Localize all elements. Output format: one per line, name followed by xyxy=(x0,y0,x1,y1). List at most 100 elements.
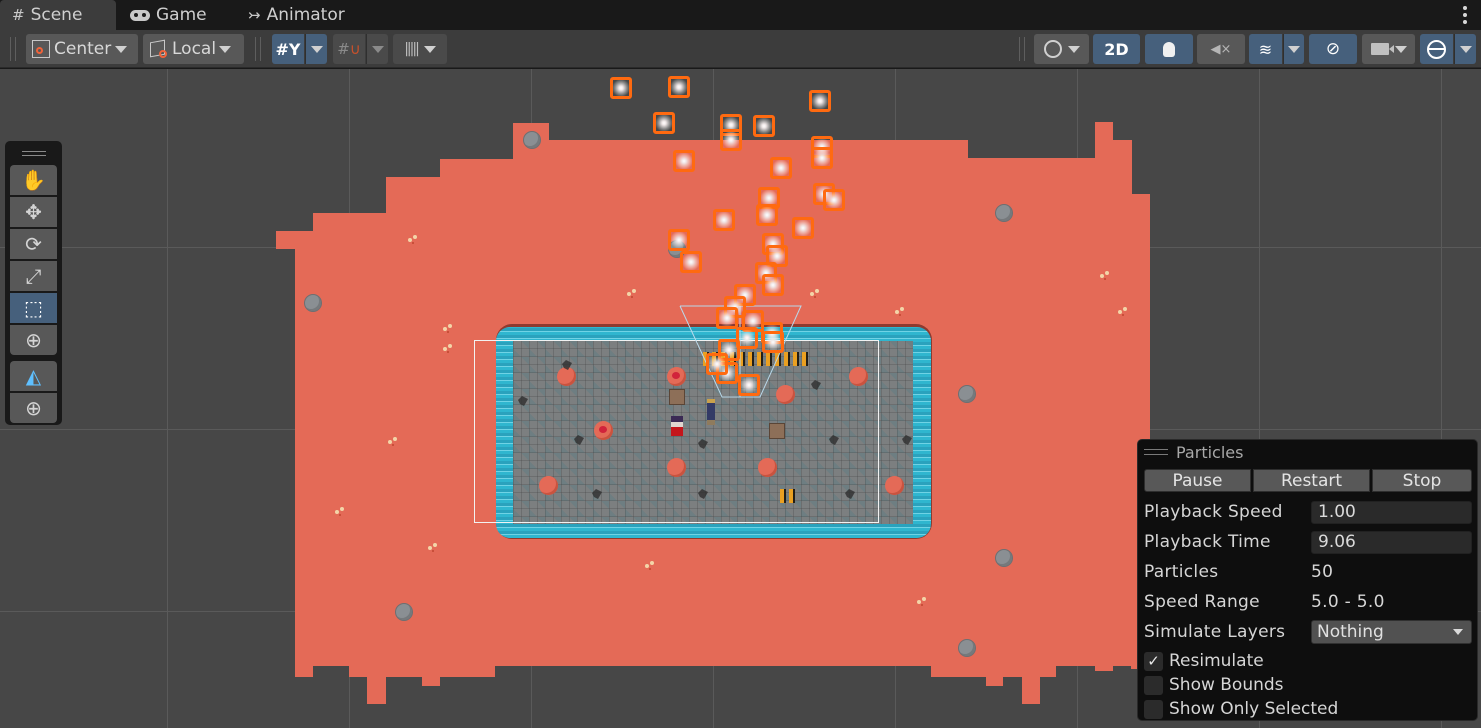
tab-label: Animator xyxy=(266,5,345,25)
speed-range-label: Speed Range xyxy=(1144,592,1260,612)
grid-y-icon: #Y xyxy=(275,39,301,59)
chevron-down-icon xyxy=(1453,629,1463,635)
checkbox-box[interactable] xyxy=(1144,699,1163,719)
effects-layers-icon: ≋ xyxy=(1258,39,1273,59)
cube-local-icon xyxy=(149,39,169,59)
snap-options-dropdown[interactable] xyxy=(366,34,388,64)
playback-time-row: Playback Time 9.06 xyxy=(1144,530,1472,554)
particle-sprite xyxy=(680,251,702,273)
simulate-layers-label: Simulate Layers xyxy=(1144,622,1286,642)
gizmos-toggle[interactable] xyxy=(1420,34,1453,64)
particle-shape-tool-button[interactable]: ◭ xyxy=(10,361,57,391)
particle-sprite xyxy=(823,189,845,211)
toolbar-grip[interactable] xyxy=(10,37,16,61)
transform-icon: ⊕ xyxy=(25,328,42,352)
more-options-icon[interactable] xyxy=(1463,6,1467,24)
checkbox-box[interactable]: ✓ xyxy=(1144,651,1163,671)
playback-time-label: Playback Time xyxy=(1144,532,1271,552)
gamepad-icon xyxy=(130,9,150,21)
gizmos-options-dropdown[interactable] xyxy=(1454,34,1476,64)
palette-drag-handle[interactable] xyxy=(22,151,46,156)
restart-button[interactable]: Restart xyxy=(1253,469,1370,492)
tab-animator[interactable]: ↣ Animator xyxy=(236,0,366,30)
camera-icon xyxy=(1370,43,1394,55)
audio-muted-icon: ◀× xyxy=(1210,41,1232,57)
effects-options-dropdown[interactable] xyxy=(1283,34,1304,64)
draw-mode-dropdown[interactable] xyxy=(1034,34,1089,64)
audio-toggle[interactable]: ◀× xyxy=(1197,34,1245,64)
panel-title: Particles xyxy=(1176,442,1244,462)
lighting-toggle[interactable] xyxy=(1145,34,1193,64)
rotate-tool-button[interactable]: ⟳ xyxy=(10,229,57,259)
shading-mode-icon xyxy=(1043,40,1062,58)
checkbox-label: Show Bounds xyxy=(1169,675,1284,695)
particle-sprite xyxy=(811,147,833,169)
scale-tool-button[interactable]: ⤢ xyxy=(10,261,57,291)
scene-visibility-toggle[interactable]: ⊘ xyxy=(1309,34,1357,64)
chevron-down-icon xyxy=(1459,45,1472,53)
particle-sprite xyxy=(762,274,784,296)
particles-count-label: Particles xyxy=(1144,562,1219,582)
rotate-icon: ⟳ xyxy=(25,232,42,256)
rect-icon: ⬚ xyxy=(24,296,43,320)
move-tool-button[interactable]: ✥ xyxy=(10,197,57,227)
particle-sprite xyxy=(738,374,760,396)
tab-label: Game xyxy=(156,5,207,25)
transform-tool-button[interactable]: ⊕ xyxy=(10,325,57,355)
grid-hash-icon: # xyxy=(12,6,25,24)
toggle-2d-label: 2D xyxy=(1104,39,1129,59)
chevron-down-icon xyxy=(219,45,232,53)
increment-snap-dropdown[interactable]: ||||| xyxy=(393,34,447,64)
speed-range-row: Speed Range 5.0 - 5.0 xyxy=(1144,590,1472,614)
particle-sprite xyxy=(716,307,738,329)
speed-range-value: 5.0 - 5.0 xyxy=(1311,592,1385,612)
toggle-2d-button[interactable]: 2D xyxy=(1093,34,1140,64)
grid-visibility-button[interactable]: #Y xyxy=(272,34,304,64)
playback-speed-label: Playback Speed xyxy=(1144,502,1283,522)
chevron-down-icon xyxy=(115,45,128,53)
effects-toggle[interactable]: ≋ xyxy=(1249,34,1282,64)
particle-shape-icon: ◭ xyxy=(25,364,42,388)
playback-speed-field[interactable]: 1.00 xyxy=(1311,500,1472,524)
scene-viewport[interactable]: ✋ ✥ ⟳ ⤢ ⬚ ⊕ ◭ ⊕ Particles Pause Restart Stop Pl… xyxy=(0,69,1481,728)
show-bounds-checkbox[interactable]: Show Bounds xyxy=(1144,674,1284,696)
chevron-down-icon xyxy=(371,45,384,53)
checkbox-label: Show Only Selected xyxy=(1169,699,1339,719)
tab-scene[interactable]: # Scene xyxy=(0,0,116,30)
particles-overlay-panel: Particles Pause Restart Stop Playback Sp… xyxy=(1137,439,1478,721)
playback-time-field[interactable]: 9.06 xyxy=(1311,530,1472,554)
panel-header[interactable]: Particles xyxy=(1144,442,1243,462)
hand-tool-button[interactable]: ✋ xyxy=(10,165,57,195)
grid-snapping-button[interactable]: #∪ xyxy=(333,34,365,64)
toolbar-grip[interactable] xyxy=(1019,37,1025,61)
resimulate-checkbox[interactable]: ✓ Resimulate xyxy=(1144,650,1264,672)
checkbox-label: Resimulate xyxy=(1169,651,1264,671)
pause-button[interactable]: Pause xyxy=(1144,469,1251,492)
rect-tool-button[interactable]: ⬚ xyxy=(10,293,57,323)
grid-options-dropdown[interactable] xyxy=(305,34,327,64)
particle-sprite xyxy=(706,353,728,375)
pivot-center-icon xyxy=(32,40,50,58)
chevron-down-icon xyxy=(310,45,323,53)
camera-settings-dropdown[interactable] xyxy=(1362,34,1415,64)
particles-count-value: 50 xyxy=(1311,562,1334,582)
particle-sprite xyxy=(610,77,632,99)
toolbar-grip[interactable] xyxy=(255,37,261,61)
pivot-mode-dropdown[interactable]: Center xyxy=(26,34,138,64)
pivot-rotation-dropdown[interactable]: Local xyxy=(143,34,244,64)
tools-palette: ✋ ✥ ⟳ ⤢ ⬚ ⊕ ◭ ⊕ xyxy=(5,141,62,425)
chevron-down-icon xyxy=(1067,45,1080,53)
simulate-layers-dropdown[interactable]: Nothing xyxy=(1311,620,1472,644)
particle-sprite xyxy=(753,115,775,137)
simulate-layers-row: Simulate Layers Nothing xyxy=(1144,620,1472,644)
custom-transform-tool-button[interactable]: ⊕ xyxy=(10,393,57,423)
particle-sprite xyxy=(720,129,742,151)
particle-sprite xyxy=(792,217,814,239)
particle-sprite xyxy=(770,157,792,179)
checkbox-box[interactable] xyxy=(1144,675,1163,695)
playback-speed-row: Playback Speed 1.00 xyxy=(1144,500,1472,524)
stop-button[interactable]: Stop xyxy=(1372,469,1472,492)
tab-game[interactable]: Game xyxy=(118,0,230,30)
particle-sprite xyxy=(713,209,735,231)
show-only-selected-checkbox[interactable]: Show Only Selected xyxy=(1144,698,1338,720)
